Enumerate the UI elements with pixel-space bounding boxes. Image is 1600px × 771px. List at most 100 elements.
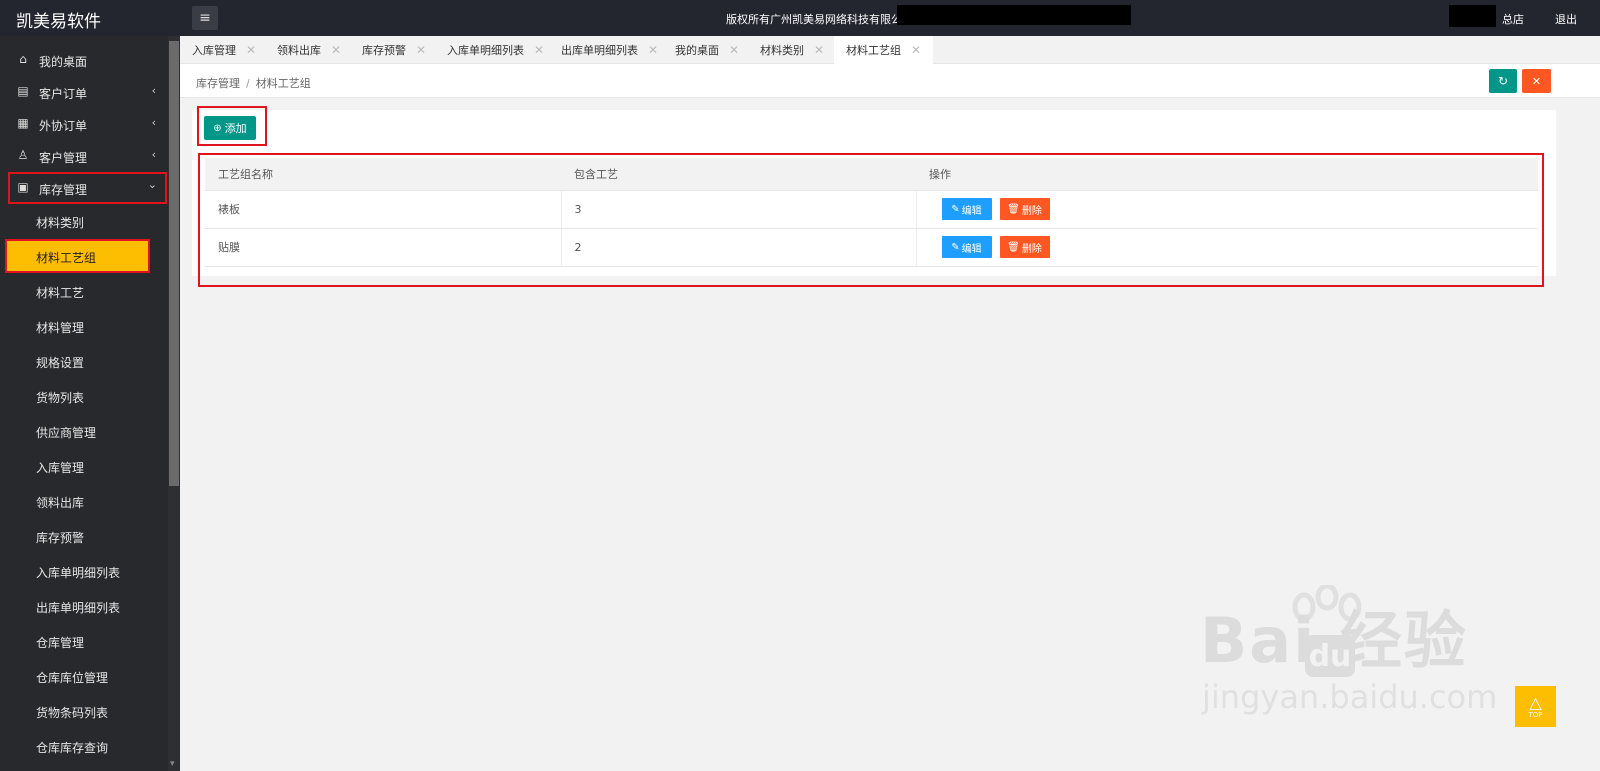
tab-bar: 入库管理 ✕ 领料出库 ✕ 库存预警 ✕ 入库单明细列表 ✕ 出库单明细列表 ✕ 我的桌面… <box>180 36 1600 64</box>
tab-material-category[interactable]: 材料类别 ✕ <box>760 36 824 64</box>
tab-label: 领料出库 <box>277 44 321 57</box>
sidebar-scrollbar[interactable]: ▾ <box>168 36 180 771</box>
menu-toggle-button[interactable]: ≡ <box>192 6 218 30</box>
close-icon[interactable]: ✕ <box>911 43 921 57</box>
sidebar-item-outsource-orders[interactable]: ▦ 外协订单 ‹ <box>0 108 168 140</box>
sidebar-sub-material-process[interactable]: 材料工艺 <box>0 274 168 308</box>
sidebar-sub-label: 仓库库位管理 <box>36 671 109 685</box>
tab-label: 出库单明细列表 <box>561 44 638 57</box>
tab-label: 材料工艺组 <box>846 44 901 57</box>
sidebar: ⌂ 我的桌面 ▤ 客户订单 ‹ ▦ 外协订单 ‹ ♙ 客户管理 ‹ ▣ 库存管理… <box>0 36 180 771</box>
sidebar-item-label: 客户订单 <box>39 87 88 101</box>
sidebar-sub-label: 入库管理 <box>36 461 85 475</box>
home-icon: ⌂ <box>19 52 27 66</box>
watermark-url: jingyan.baidu.com <box>1202 678 1498 716</box>
sidebar-sub-inbound[interactable]: 入库管理 <box>0 449 168 483</box>
close-icon[interactable]: ✕ <box>331 43 341 57</box>
sidebar-sub-material-category[interactable]: 材料类别 <box>0 204 168 238</box>
sidebar-item-customer-orders[interactable]: ▤ 客户订单 ‹ <box>0 76 168 108</box>
sidebar-sub-spec-settings[interactable]: 规格设置 <box>0 344 168 378</box>
sidebar-sub-barcode-list[interactable]: 货物条码列表 <box>0 694 168 728</box>
close-icon[interactable]: ✕ <box>246 43 256 57</box>
sidebar-sub-label: 入库单明细列表 <box>36 566 121 580</box>
sidebar-sub-label: 规格设置 <box>36 356 85 370</box>
sidebar-sub-label: 材料工艺 <box>36 286 85 300</box>
chevron-down-icon: ⌄ <box>147 178 157 191</box>
outsource-icon: ▦ <box>17 116 29 130</box>
tab-material-process-group[interactable]: 材料工艺组 ✕ <box>834 36 934 64</box>
sidebar-sub-label: 领料出库 <box>36 496 85 510</box>
tab-outbound-detail[interactable]: 出库单明细列表 ✕ <box>561 36 658 64</box>
tab-label: 我的桌面 <box>675 44 719 57</box>
app-logo: 凯美易软件 <box>16 12 101 32</box>
close-page-button[interactable]: ✕ <box>1522 69 1551 93</box>
close-icon[interactable]: ✕ <box>729 43 739 57</box>
watermark-du-badge: du <box>1305 635 1355 677</box>
refresh-icon: ↻ <box>1497 74 1509 88</box>
sidebar-sub-label: 材料工艺组 <box>36 251 97 265</box>
sidebar-item-desktop[interactable]: ⌂ 我的桌面 <box>0 44 168 76</box>
tab-label: 入库管理 <box>192 44 236 57</box>
arrow-up-icon: △ <box>1529 692 1542 712</box>
breadcrumb-current: 材料工艺组 <box>255 77 311 90</box>
menu-icon: ≡ <box>199 10 211 26</box>
sidebar-sub-label: 材料类别 <box>36 216 85 230</box>
tab-stock-alert[interactable]: 库存预警 ✕ <box>362 36 426 64</box>
sidebar-sub-inbound-detail[interactable]: 入库单明细列表 <box>0 554 168 588</box>
sidebar-sub-stock-alert[interactable]: 库存预警 <box>0 519 168 553</box>
sidebar-item-customers[interactable]: ♙ 客户管理 ‹ <box>0 140 168 172</box>
sidebar-sub-outbound-detail[interactable]: 出库单明细列表 <box>0 589 168 623</box>
close-icon[interactable]: ✕ <box>534 43 544 57</box>
chevron-left-icon: ‹ <box>151 148 156 161</box>
sidebar-item-label: 外协订单 <box>39 119 88 133</box>
sidebar-sub-label: 货物列表 <box>36 391 85 405</box>
sidebar-sub-warehouse[interactable]: 仓库管理 <box>0 624 168 658</box>
tab-desktop[interactable]: 我的桌面 ✕ <box>675 36 739 64</box>
breadcrumb: 库存管理 / 材料工艺组 <box>196 75 311 91</box>
sidebar-item-label: 客户管理 <box>39 151 88 165</box>
sidebar-sub-material-manage[interactable]: 材料管理 <box>0 309 168 343</box>
add-button[interactable]: ⊕ 添加 <box>204 116 256 140</box>
scrollbar-thumb[interactable] <box>169 41 179 486</box>
chevron-left-icon: ‹ <box>151 84 156 97</box>
sidebar-sub-outbound[interactable]: 领料出库 <box>0 484 168 518</box>
to-top-label: TOP <box>1528 710 1543 719</box>
sidebar-sub-label: 货物条码列表 <box>36 706 109 720</box>
inventory-icon: ▣ <box>17 180 29 194</box>
sidebar-sub-stock-query[interactable]: 仓库库存查询 <box>0 729 168 763</box>
sidebar-item-inventory[interactable]: ▣ 库存管理 ⌄ <box>8 172 167 204</box>
redacted-block <box>897 5 1131 25</box>
logout-link[interactable]: 退出 <box>1555 11 1577 27</box>
sidebar-sub-label: 仓库管理 <box>36 636 85 650</box>
tab-inbound[interactable]: 入库管理 ✕ <box>192 36 256 64</box>
scroll-down-icon[interactable]: ▾ <box>170 759 175 769</box>
chevron-left-icon: ‹ <box>151 116 156 129</box>
sidebar-sub-label: 仓库库存查询 <box>36 741 109 755</box>
sidebar-sub-goods-list[interactable]: 货物列表 <box>0 379 168 413</box>
close-icon[interactable]: ✕ <box>416 43 426 57</box>
tab-inbound-detail[interactable]: 入库单明细列表 ✕ <box>447 36 544 64</box>
breadcrumb-bar: 库存管理 / 材料工艺组 ↻ ✕ <box>180 64 1600 98</box>
plus-circle-icon: ⊕ <box>213 122 222 134</box>
highlight-outline-table <box>198 153 1544 287</box>
top-header: 凯美易软件 ≡ 版权所有广州凯美易网络科技有限公司 总店 退出 <box>0 0 1600 36</box>
tab-outbound[interactable]: 领料出库 ✕ <box>277 36 341 64</box>
sidebar-sub-label: 出库单明细列表 <box>36 601 121 615</box>
sidebar-sub-material-process-group[interactable]: 材料工艺组 <box>5 239 150 273</box>
refresh-button[interactable]: ↻ <box>1489 69 1517 93</box>
sidebar-sub-warehouse-location[interactable]: 仓库库位管理 <box>0 659 168 693</box>
sidebar-item-label: 库存管理 <box>39 183 88 197</box>
customer-icon: ♙ <box>17 148 29 162</box>
tab-label: 入库单明细列表 <box>447 44 524 57</box>
close-icon[interactable]: ✕ <box>814 43 824 57</box>
copyright-text: 版权所有广州凯美易网络科技有限公司 <box>726 13 913 26</box>
breadcrumb-separator: / <box>246 77 250 90</box>
redacted-user <box>1449 5 1496 27</box>
sidebar-sub-label: 库存预警 <box>36 531 85 545</box>
close-icon[interactable]: ✕ <box>648 43 658 57</box>
back-to-top-button[interactable]: △ TOP <box>1515 686 1556 727</box>
order-icon: ▤ <box>17 84 29 98</box>
sidebar-sub-suppliers[interactable]: 供应商管理 <box>0 414 168 448</box>
breadcrumb-parent[interactable]: 库存管理 <box>196 77 240 90</box>
branch-link[interactable]: 总店 <box>1502 11 1524 27</box>
